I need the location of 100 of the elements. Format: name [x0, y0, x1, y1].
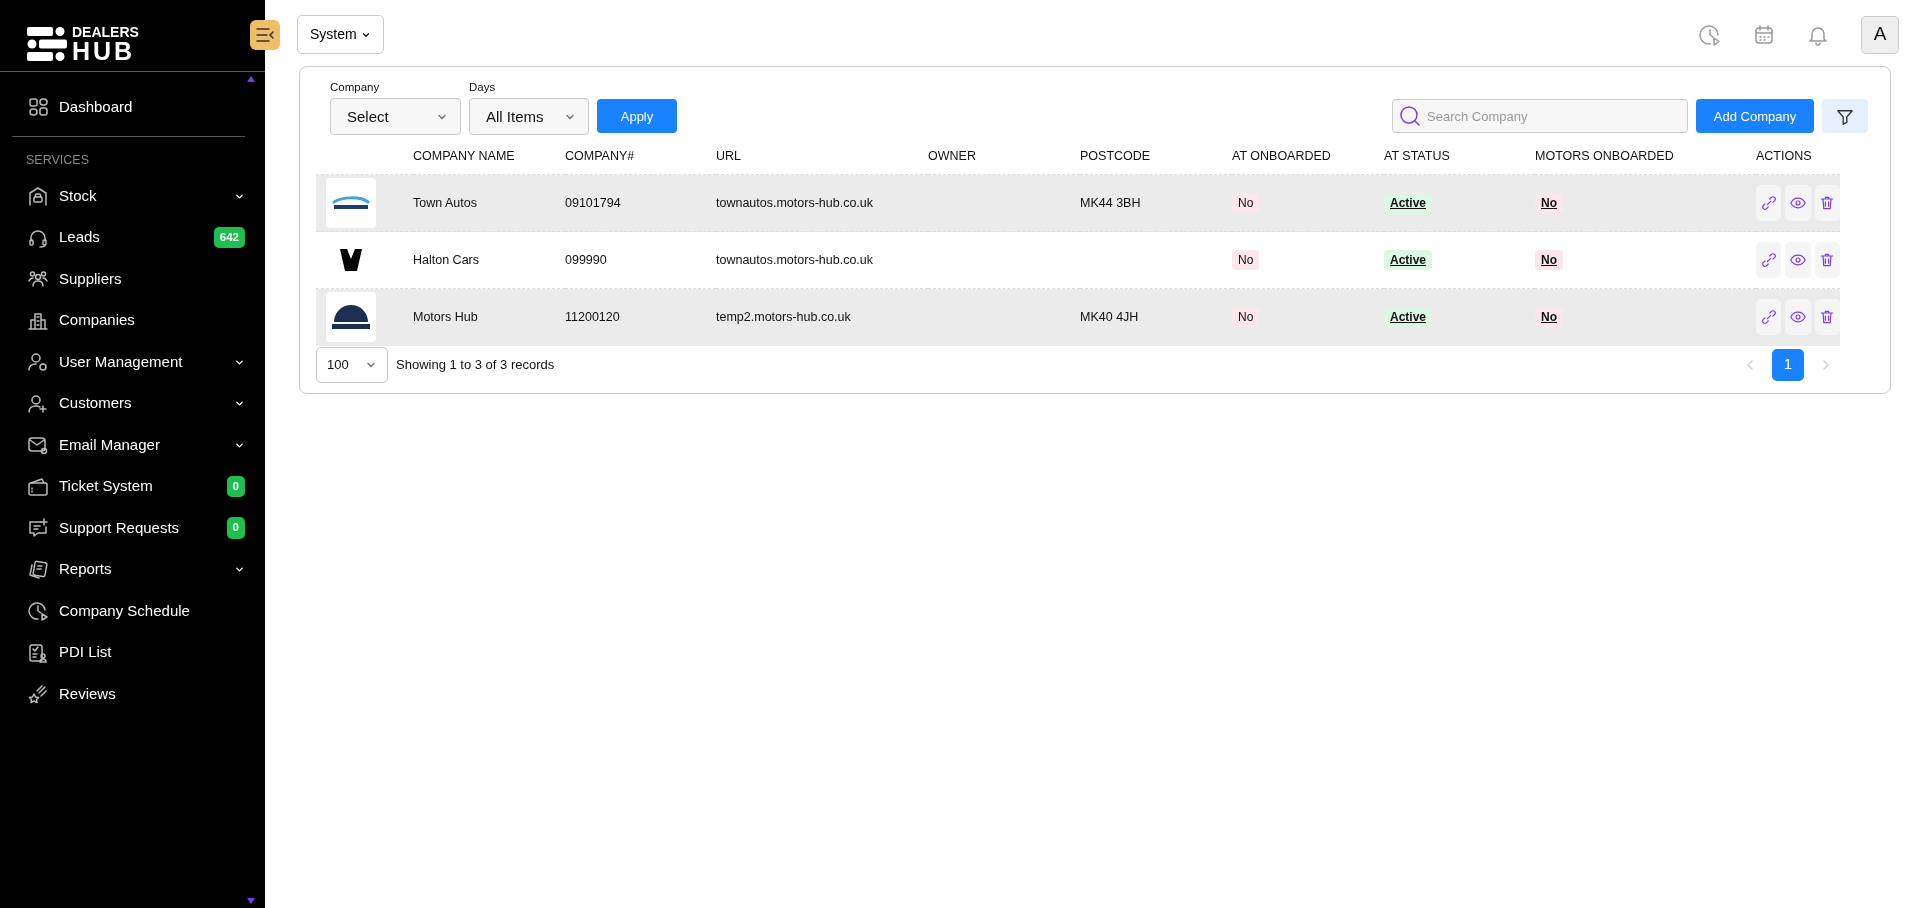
status-badge: No	[1232, 192, 1260, 213]
status-badge: No	[1232, 306, 1260, 327]
clock-play-icon	[1699, 24, 1721, 47]
column-header: COMPANY NAME	[413, 149, 515, 164]
column-header: AT ONBOARDED	[1232, 149, 1331, 164]
table-cell: 11200120	[565, 309, 620, 324]
delete-button[interactable]	[1814, 185, 1840, 221]
select-field[interactable]: All Items	[469, 98, 589, 136]
table-cell: townautos.motors-hub.co.uk	[716, 195, 874, 210]
documents-icon	[28, 559, 48, 580]
column-header: ACTIONS	[1756, 149, 1812, 164]
scroll-up-icon	[247, 76, 255, 82]
section-heading: SERVICES	[25, 151, 90, 169]
sidebar-item[interactable]: Customers	[0, 382, 265, 425]
search-icon	[1399, 105, 1421, 128]
user-avatar[interactable]: A	[1861, 15, 1899, 54]
page-button[interactable]: 1	[1772, 348, 1804, 381]
column-header: URL	[716, 149, 741, 164]
building-icon	[28, 310, 48, 331]
link-icon	[1760, 195, 1777, 211]
next-page-icon	[1820, 359, 1832, 372]
link-button[interactable]	[1756, 242, 1782, 278]
menu-collapse-icon	[256, 28, 274, 42]
link-icon	[1760, 309, 1777, 326]
user-plus-icon	[28, 393, 48, 414]
sidebar-item[interactable]: Support Requests 0	[0, 507, 265, 549]
sidebar-item[interactable]: Ticket System 0	[0, 465, 265, 508]
view-button[interactable]	[1785, 185, 1811, 221]
sidebar-item[interactable]: Email Manager	[0, 424, 265, 466]
delete-button[interactable]	[1814, 299, 1840, 336]
status-badge: No	[1535, 192, 1563, 213]
sidebar-item[interactable]: Dashboard	[0, 86, 265, 128]
sidebar-item[interactable]: Leads 642	[0, 216, 265, 259]
headset-icon	[28, 227, 48, 248]
count-badge: 642	[213, 226, 245, 249]
status-badge: Active	[1384, 192, 1433, 213]
column-header: COMPANY#	[565, 149, 635, 164]
clipboard-person-icon	[28, 642, 48, 663]
delete-button[interactable]	[1814, 242, 1840, 278]
status-badge: No	[1535, 306, 1563, 327]
clock-play-icon	[28, 601, 48, 621]
column-header: POSTCODE	[1080, 149, 1151, 164]
people-icon	[28, 269, 48, 289]
filter-icon	[1836, 108, 1854, 127]
mail-gear-icon	[28, 435, 48, 455]
logo-bars-icon	[26, 26, 68, 62]
user-gear-icon	[28, 352, 48, 372]
link-icon	[1760, 252, 1777, 268]
sidebar-item[interactable]: User Management	[0, 341, 265, 383]
sidebar-item[interactable]: PDI List	[0, 631, 265, 674]
link-button[interactable]	[1756, 185, 1782, 221]
field-label: Company	[330, 80, 381, 95]
table-cell: townautos.motors-hub.co.uk	[716, 252, 874, 267]
system-dropdown[interactable]: System	[297, 15, 384, 54]
status-badge: No	[1535, 249, 1563, 270]
page-size-select[interactable]: 100	[316, 346, 388, 383]
select-field[interactable]: Select	[330, 98, 461, 136]
view-button[interactable]	[1785, 242, 1811, 278]
filter-button[interactable]	[1822, 99, 1868, 134]
table-cell: temp2.motors-hub.co.uk	[716, 309, 851, 324]
search-box[interactable]: Search Company	[1392, 99, 1688, 134]
table-cell: 09101794	[565, 195, 621, 210]
calendar-button[interactable]	[1753, 22, 1775, 47]
sidebar-item[interactable]: Suppliers	[0, 258, 265, 300]
count-badge: 0	[226, 475, 245, 498]
shooting-star-icon	[28, 684, 48, 704]
trash-icon	[1819, 195, 1836, 211]
trash-icon	[1819, 252, 1836, 268]
view-button[interactable]	[1785, 299, 1811, 336]
add-company-button[interactable]: Add Company	[1696, 99, 1814, 134]
column-header: MOTORS ONBOARDED	[1535, 149, 1674, 164]
search-field[interactable]: Search Company	[1425, 105, 1681, 127]
table-cell: MK40 4JH	[1080, 309, 1139, 324]
apply-button[interactable]: Apply	[597, 99, 677, 134]
sidebar-item[interactable]: Companies	[0, 299, 265, 342]
sidebar-item[interactable]: Reviews	[0, 673, 265, 715]
sidebar-item[interactable]: Company Schedule	[0, 590, 265, 632]
scroll-down-icon	[247, 898, 255, 904]
sidebar-item[interactable]: Stock	[0, 175, 265, 217]
table-cell: Halton Cars	[413, 252, 479, 267]
bell-icon	[1807, 24, 1829, 47]
column-header: AT STATUS	[1384, 149, 1450, 164]
link-button[interactable]	[1756, 299, 1782, 336]
status-badge: Active	[1384, 306, 1433, 327]
wallet-icon	[28, 476, 48, 497]
sidebar-toggle-button[interactable]	[250, 20, 280, 50]
eye-icon	[1790, 195, 1806, 211]
brand-name: DEALERS	[72, 24, 139, 39]
column-header: OWNER	[928, 149, 976, 164]
trash-icon	[1819, 309, 1836, 326]
count-badge: 0	[226, 517, 245, 539]
records-summary: Showing 1 to 3 of 3 records	[396, 355, 555, 374]
status-badge: No	[1232, 249, 1260, 270]
sidebar-item[interactable]: Reports	[0, 548, 265, 591]
table-cell: MK44 3BH	[1080, 195, 1141, 210]
table-cell: Town Autos	[413, 195, 477, 210]
chat-plus-icon	[28, 518, 48, 538]
table-cell: Motors Hub	[413, 309, 478, 324]
eye-icon	[1790, 252, 1806, 268]
clock-play-button[interactable]	[1699, 22, 1721, 47]
